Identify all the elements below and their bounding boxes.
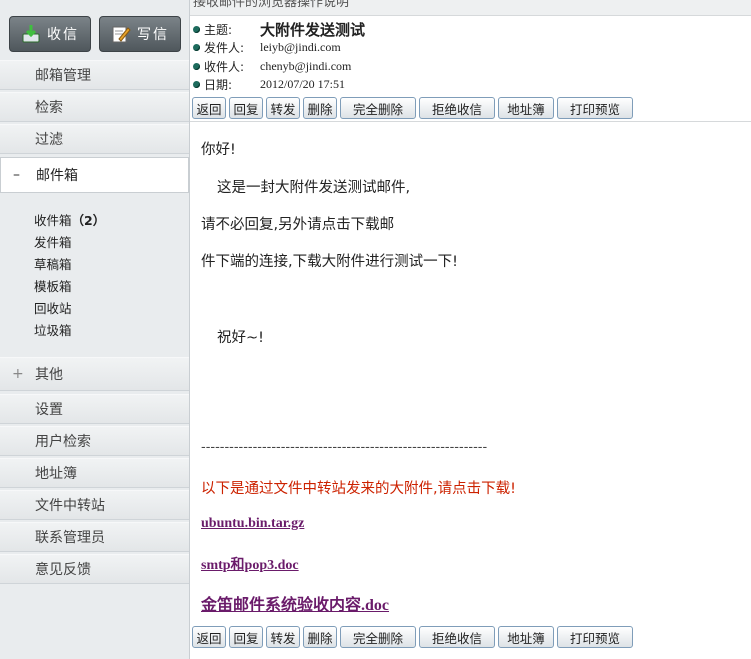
back-button[interactable]: 返回 <box>192 97 226 119</box>
folder-label: 回收站 <box>34 301 72 316</box>
nav-address-book[interactable]: 地址簿 <box>0 458 189 488</box>
address-book-button[interactable]: 地址簿 <box>498 97 554 119</box>
nav-settings[interactable]: 设置 <box>0 394 189 424</box>
folder-trash[interactable]: 回收站 <box>34 298 105 320</box>
subject-row: 主题: 大附件发送测试 <box>193 19 365 40</box>
to-label: 收件人: <box>204 60 245 74</box>
compose-note-icon <box>111 24 131 44</box>
date-row: 日期: 2012/07/20 17:51 <box>193 76 345 93</box>
nav-label: 文件中转站 <box>35 498 105 514</box>
folder-label: 垃圾箱 <box>34 323 72 338</box>
folder-inbox[interactable]: 收件箱（2） <box>34 210 105 232</box>
back-button[interactable]: 返回 <box>192 626 226 648</box>
collapse-minus-icon: – <box>13 167 20 183</box>
attachment-link[interactable]: ubuntu.bin.tar.gz <box>201 516 304 532</box>
print-preview-button[interactable]: 打印预览 <box>557 97 633 119</box>
delete-button[interactable]: 删除 <box>303 626 337 648</box>
nav-label: 过滤 <box>35 132 63 148</box>
reply-button[interactable]: 回复 <box>229 97 263 119</box>
delete-permanently-button[interactable]: 完全删除 <box>340 97 416 119</box>
date-value: 2012/07/20 17:51 <box>260 77 346 91</box>
nav-other-collapsed[interactable]: + 其他 <box>0 357 189 391</box>
nav-label: 用户检索 <box>35 434 91 450</box>
nav-label: 设置 <box>35 402 63 418</box>
delete-button[interactable]: 删除 <box>303 97 337 119</box>
from-row: 发件人: leiyb@jindi.com <box>193 39 341 56</box>
address-book-button[interactable]: 地址簿 <box>498 626 554 648</box>
body-line: 这是一封大附件发送测试邮件, <box>217 180 411 196</box>
folder-list: 收件箱（2） 发件箱 草稿箱 模板箱 回收站 垃圾箱 <box>34 210 105 342</box>
nav-label: 地址簿 <box>35 466 77 482</box>
sidebar: 收信 写信 邮箱管理 检索 过滤 – 邮件箱 收件箱（2） 发件箱 草稿箱 模板… <box>0 0 190 659</box>
bullet-dot-icon <box>193 44 200 51</box>
reply-button[interactable]: 回复 <box>229 626 263 648</box>
top-strip: 接收邮件的浏览器操作说明 <box>190 0 751 16</box>
body-closing: 祝好~! <box>217 330 264 346</box>
nav-label: 联系管理员 <box>35 530 105 546</box>
nav-label: 邮箱管理 <box>35 68 91 84</box>
forward-button[interactable]: 转发 <box>266 626 300 648</box>
nav-label: 邮件箱 <box>36 168 78 184</box>
body-greeting: 你好! <box>201 142 236 158</box>
separator-line: ----------------------------------------… <box>201 440 488 455</box>
to-value: chenyb@jindi.com <box>260 59 352 73</box>
folder-label: 收件箱 <box>34 213 72 228</box>
nav-search[interactable]: 检索 <box>0 92 189 122</box>
nav-filter[interactable]: 过滤 <box>0 124 189 154</box>
message-view: 接收邮件的浏览器操作说明 主题: 大附件发送测试 发件人: leiyb@jind… <box>190 0 751 659</box>
body-line: 件下端的连接,下载大附件进行测试一下! <box>201 254 458 270</box>
print-preview-button[interactable]: 打印预览 <box>557 626 633 648</box>
attachment-link[interactable]: smtp和pop3.doc <box>201 554 299 574</box>
bullet-dot-icon <box>193 26 200 33</box>
folder-spam[interactable]: 垃圾箱 <box>34 320 105 342</box>
write-mail-button[interactable]: 写信 <box>99 16 181 52</box>
subject-label: 主题: <box>204 23 233 37</box>
bullet-dot-icon <box>193 63 200 70</box>
cut-off-title: 接收邮件的浏览器操作说明 <box>193 0 350 10</box>
forward-button[interactable]: 转发 <box>266 97 300 119</box>
inbox-download-icon <box>21 24 41 44</box>
nav-file-transfer[interactable]: 文件中转站 <box>0 490 189 520</box>
from-value: leiyb@jindi.com <box>260 40 341 54</box>
folder-label: 模板箱 <box>34 279 72 294</box>
folder-sent[interactable]: 发件箱 <box>34 232 105 254</box>
folder-drafts[interactable]: 草稿箱 <box>34 254 105 276</box>
from-label: 发件人: <box>204 41 245 55</box>
folder-templates[interactable]: 模板箱 <box>34 276 105 298</box>
bullet-dot-icon <box>193 81 200 88</box>
attachment-notice: 以下是通过文件中转站发来的大附件,请点击下载! <box>201 481 516 497</box>
folder-label: 发件箱 <box>34 235 72 250</box>
expand-plus-icon: + <box>12 366 24 382</box>
nav-label: 检索 <box>35 100 63 116</box>
reject-sender-button[interactable]: 拒绝收信 <box>419 97 495 119</box>
subject-value: 大附件发送测试 <box>260 21 366 39</box>
folder-label: 草稿箱 <box>34 257 72 272</box>
attachment-link[interactable]: 金笛邮件系统验收内容.doc <box>201 591 389 615</box>
unread-count: （2） <box>71 213 106 228</box>
nav-user-search[interactable]: 用户检索 <box>0 426 189 456</box>
nav-contact-admin[interactable]: 联系管理员 <box>0 522 189 552</box>
action-toolbar-bottom: 返回 回复 转发 删除 完全删除 拒绝收信 地址簿 打印预览 <box>192 626 633 648</box>
receive-mail-label: 收信 <box>47 27 79 43</box>
write-mail-label: 写信 <box>137 27 169 43</box>
nav-label: 意见反馈 <box>35 562 91 578</box>
reject-sender-button[interactable]: 拒绝收信 <box>419 626 495 648</box>
date-label: 日期: <box>204 78 233 92</box>
nav-label: 其他 <box>35 367 63 383</box>
body-line: 请不必回复,另外请点击下载邮 <box>201 217 395 233</box>
nav-mailbox-management[interactable]: 邮箱管理 <box>0 60 189 90</box>
message-body: 你好! 这是一封大附件发送测试邮件, 请不必回复,另外请点击下载邮 件下端的连接… <box>190 121 751 621</box>
receive-mail-button[interactable]: 收信 <box>9 16 91 52</box>
delete-permanently-button[interactable]: 完全删除 <box>340 626 416 648</box>
nav-feedback[interactable]: 意见反馈 <box>0 554 189 584</box>
action-toolbar-top: 返回 回复 转发 删除 完全删除 拒绝收信 地址簿 打印预览 <box>192 97 633 119</box>
nav-mailbox-expanded[interactable]: – 邮件箱 <box>0 157 189 193</box>
to-row: 收件人: chenyb@jindi.com <box>193 58 351 75</box>
